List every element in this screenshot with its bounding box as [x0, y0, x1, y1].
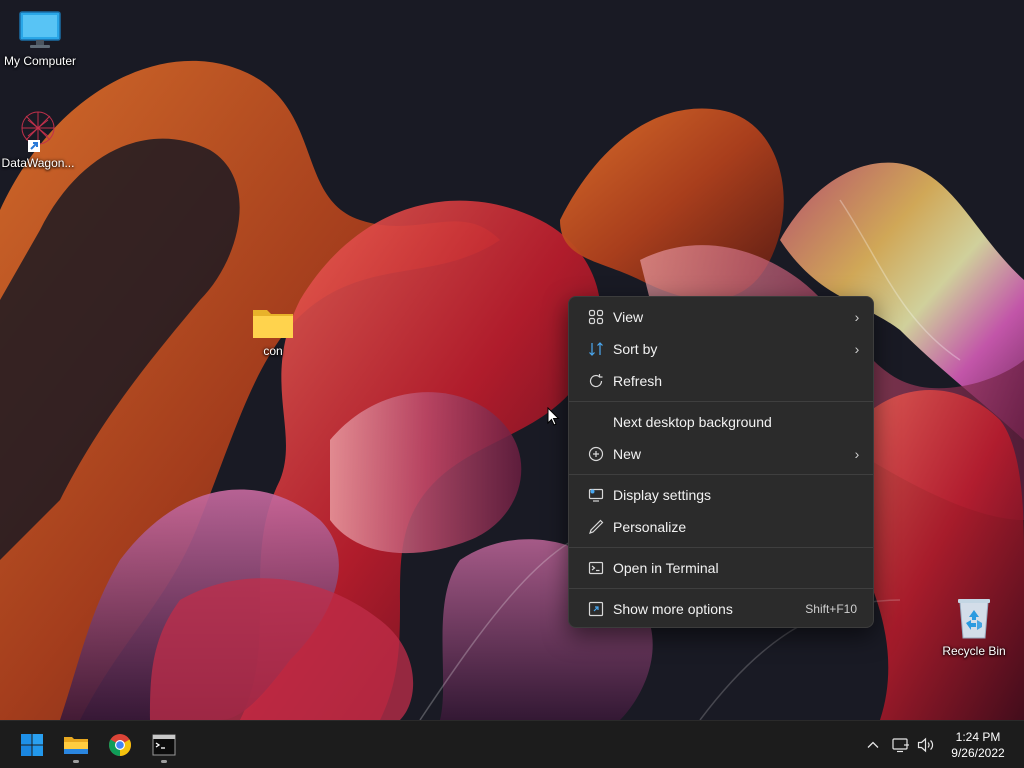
- volume-icon: [917, 737, 934, 753]
- datawagon-shortcut-icon: [21, 111, 55, 152]
- desktop-icon-label: DataWagon...: [1, 156, 75, 170]
- desktop-icon-my-computer[interactable]: My Computer: [0, 10, 80, 68]
- desktop-icon-label: con: [263, 344, 283, 358]
- chevron-up-icon: [867, 741, 879, 748]
- desktop-icon-label: Recycle Bin: [942, 644, 1006, 658]
- menu-item-next-desktop-background[interactable]: Next desktop background: [573, 406, 869, 438]
- menu-item-label: Open in Terminal: [613, 560, 719, 576]
- more-options-icon: [573, 593, 613, 625]
- display-settings-icon: [573, 479, 613, 511]
- taskbar: 1:24 PM 9/26/2022: [0, 720, 1024, 768]
- terminal-button[interactable]: [144, 725, 184, 765]
- menu-item-label: View: [613, 309, 644, 325]
- show-hidden-icons-button[interactable]: [861, 733, 885, 757]
- menu-item-label: Display settings: [613, 487, 712, 503]
- menu-separator: [569, 474, 873, 475]
- clock-date: 9/26/2022: [951, 746, 1005, 760]
- menu-item-show-more-options[interactable]: Show more options Shift+F10: [573, 593, 869, 625]
- plus-circle-icon: [573, 438, 613, 470]
- menu-item-label: Next desktop background: [613, 414, 772, 430]
- terminal-app-icon: [152, 734, 176, 756]
- network-icon: [892, 738, 909, 753]
- folder-icon: [253, 310, 293, 338]
- desktop-icon-recycle-bin[interactable]: Recycle Bin: [934, 596, 1014, 658]
- menu-item-open-in-terminal[interactable]: Open in Terminal: [573, 552, 869, 584]
- desktop[interactable]: My Computer DataWagon... con Recycle Bin…: [0, 0, 1024, 720]
- menu-separator: [569, 401, 873, 402]
- menu-item-label: Sort by: [613, 341, 658, 357]
- desktop-icon-con-folder[interactable]: con: [233, 304, 313, 358]
- chrome-icon: [109, 734, 131, 756]
- menu-item-label: Refresh: [613, 373, 663, 389]
- volume-button[interactable]: [914, 733, 938, 757]
- windows-logo-icon: [21, 734, 43, 756]
- start-button[interactable]: [12, 725, 52, 765]
- menu-item-display-settings[interactable]: Display settings: [573, 479, 869, 511]
- chevron-right-icon: ›: [854, 341, 860, 357]
- monitor-icon: [19, 11, 61, 48]
- menu-item-sort-by[interactable]: Sort by ›: [573, 333, 869, 365]
- clock-time: 1:24 PM: [955, 730, 1001, 744]
- file-explorer-button[interactable]: [56, 725, 96, 765]
- recycle-bin-icon: [958, 599, 990, 639]
- menu-item-label: Show more options: [613, 601, 733, 617]
- chevron-right-icon: ›: [854, 446, 860, 462]
- pen-icon: [573, 511, 613, 543]
- refresh-icon: [573, 365, 613, 397]
- chevron-right-icon: ›: [854, 309, 860, 325]
- menu-separator: [569, 588, 873, 589]
- running-indicator: [161, 760, 167, 763]
- menu-item-refresh[interactable]: Refresh: [573, 365, 869, 397]
- desktop-icon-label: My Computer: [3, 54, 77, 68]
- running-indicator: [73, 760, 79, 763]
- view-grid-icon: [573, 301, 613, 333]
- desktop-icon-datawagon[interactable]: DataWagon...: [0, 106, 78, 170]
- menu-item-personalize[interactable]: Personalize: [573, 511, 869, 543]
- chrome-button[interactable]: [100, 725, 140, 765]
- network-status-button[interactable]: [889, 733, 913, 757]
- clock[interactable]: 1:24 PM 9/26/2022: [940, 729, 1016, 761]
- file-explorer-icon: [64, 737, 88, 754]
- sort-arrows-icon: [573, 333, 613, 365]
- menu-separator: [569, 547, 873, 548]
- menu-item-label: Personalize: [613, 519, 687, 535]
- terminal-icon: [573, 552, 613, 584]
- menu-item-new[interactable]: New ›: [573, 438, 869, 470]
- mouse-cursor-icon: [547, 407, 560, 426]
- menu-item-view[interactable]: View ›: [573, 301, 869, 333]
- menu-item-shortcut: Shift+F10: [805, 602, 857, 616]
- desktop-context-menu: View › Sort by › Refresh Next desktop ba…: [568, 296, 874, 628]
- menu-item-label: New: [613, 446, 642, 462]
